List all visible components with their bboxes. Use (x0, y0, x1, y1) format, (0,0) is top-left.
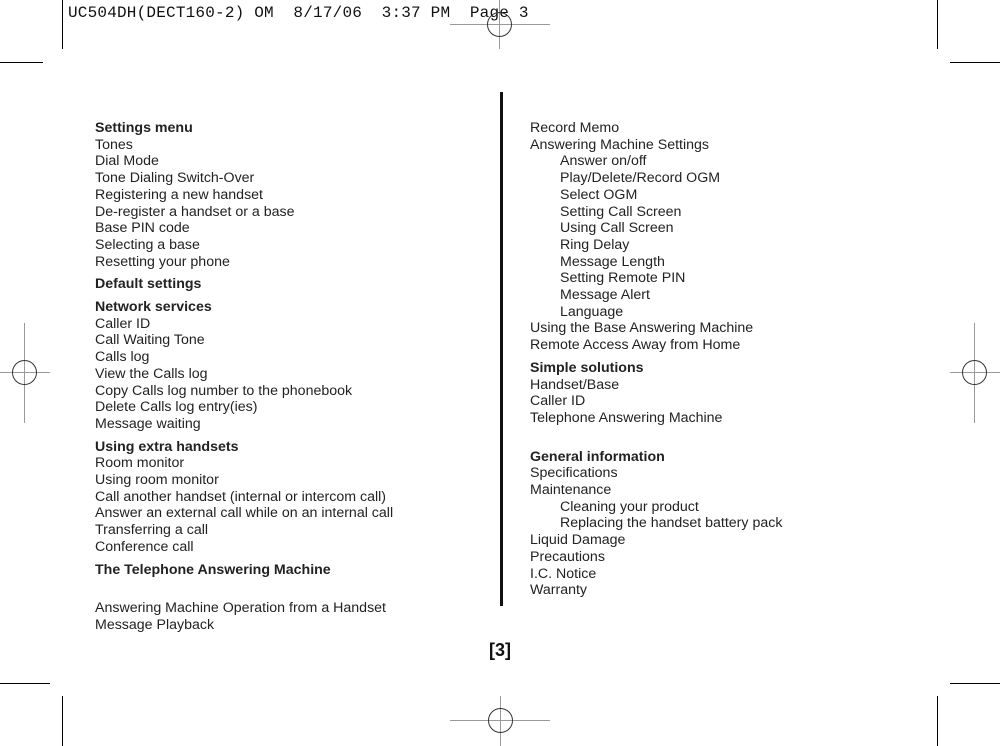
toc-entry: Tones (95, 136, 133, 153)
toc-subentry: Using Call Screen (560, 220, 674, 237)
crop-mark-bottom-right-vertical (937, 696, 938, 746)
column-divider (500, 92, 503, 606)
toc-left-column: Settings menu Tones Dial Mode Tone Dialing … (95, 120, 475, 634)
crop-mark-top-right-horizontal (950, 62, 1000, 63)
toc-section-heading: Network services (95, 299, 212, 316)
toc-right-column: Record Memo Answering Machine Settings Ans… (530, 120, 930, 599)
toc-entry: Call Waiting Tone (95, 332, 205, 349)
toc-subentry: Message Length (560, 253, 665, 270)
toc-section-heading: The Telephone Answering Machine (95, 561, 331, 578)
toc-entry: Dial Mode (95, 153, 159, 170)
toc-section-heading: Simple solutions (530, 359, 644, 376)
toc-entry: De-register a handset or a base (95, 203, 295, 220)
toc-subentry: Message Alert (560, 287, 650, 304)
toc-entry: Room monitor (95, 455, 185, 472)
toc-entry: Delete Calls log entry(ies) (95, 399, 258, 416)
toc-entry: Warranty (530, 582, 588, 599)
toc-section-heading: General information (530, 448, 665, 465)
toc-entry: View the Calls log (95, 365, 208, 382)
toc-entry: Base PIN code (95, 220, 190, 237)
crop-mark-bottom-left-horizontal (0, 683, 50, 684)
toc-entry: Answering Machine Operation from a Hands… (95, 600, 386, 617)
toc-entry: Message waiting (95, 415, 201, 432)
crop-mark-top-right-vertical (937, 0, 938, 49)
crop-mark-bottom-left-vertical (62, 696, 63, 746)
toc-section-heading: Settings menu (95, 120, 193, 136)
toc-subentry: Setting Remote PIN (560, 270, 686, 287)
toc-entry: Message Playback (95, 616, 215, 633)
toc-entry: Calls log (95, 349, 150, 366)
toc-entry: Caller ID (530, 393, 586, 410)
toc-entry: Maintenance (530, 482, 612, 499)
toc-entry: Handset/Base (530, 376, 620, 393)
toc-section-heading: Using extra handsets (95, 438, 239, 455)
toc-entry: Precautions (530, 548, 605, 565)
toc-entry: Specifications (530, 465, 618, 482)
crop-mark-top-left-vertical (62, 0, 63, 49)
toc-entry: Telephone Answering Machine (530, 409, 723, 426)
toc-entry: Record Memo (530, 120, 620, 136)
toc-entry: Remote Access Away from Home (530, 337, 741, 354)
toc-entry: Caller ID (95, 315, 151, 332)
toc-entry: Registering a new handset (95, 186, 263, 203)
toc-subentry: Ring Delay (560, 236, 630, 253)
toc-entry: Call another handset (internal or interc… (95, 488, 386, 505)
toc-entry: Answer an external call while on an inte… (95, 505, 394, 522)
toc-subentry: Replacing the handset battery pack (560, 515, 783, 532)
toc-subentry: Cleaning your product (560, 498, 699, 515)
toc-entry: Liquid Damage (530, 532, 626, 549)
crop-mark-bottom-right-horizontal (950, 683, 1000, 684)
toc-subentry: Language (560, 303, 624, 320)
toc-entry: Using room monitor (95, 472, 219, 489)
toc-entry: Using the Base Answering Machine (530, 320, 754, 337)
toc-entry: Copy Calls log number to the phonebook (95, 382, 353, 399)
toc-entry: Selecting a base (95, 236, 200, 253)
crop-mark-top-left-horizontal (0, 62, 43, 63)
toc-entry: Resetting your phone (95, 253, 230, 270)
toc-entry: Tone Dialing Switch-Over (95, 170, 255, 187)
page-number: [3] (489, 640, 511, 660)
toc-subentry: Play/Delete/Record OGM (560, 170, 721, 187)
toc-entry: Conference call (95, 538, 194, 555)
toc-entry: I.C. Notice (530, 565, 597, 582)
toc-entry: Answering Machine Settings (530, 136, 710, 153)
toc-subentry: Setting Call Screen (560, 203, 682, 220)
toc-subentry: Select OGM (560, 186, 638, 203)
print-slug-line: UC504DH(DECT160-2) OM 8/17/06 3:37 PM Pa… (68, 4, 529, 22)
toc-subentry: Answer on/off (560, 153, 647, 170)
toc-entry: Transferring a call (95, 522, 209, 539)
toc-section-heading: Default settings (95, 276, 202, 293)
